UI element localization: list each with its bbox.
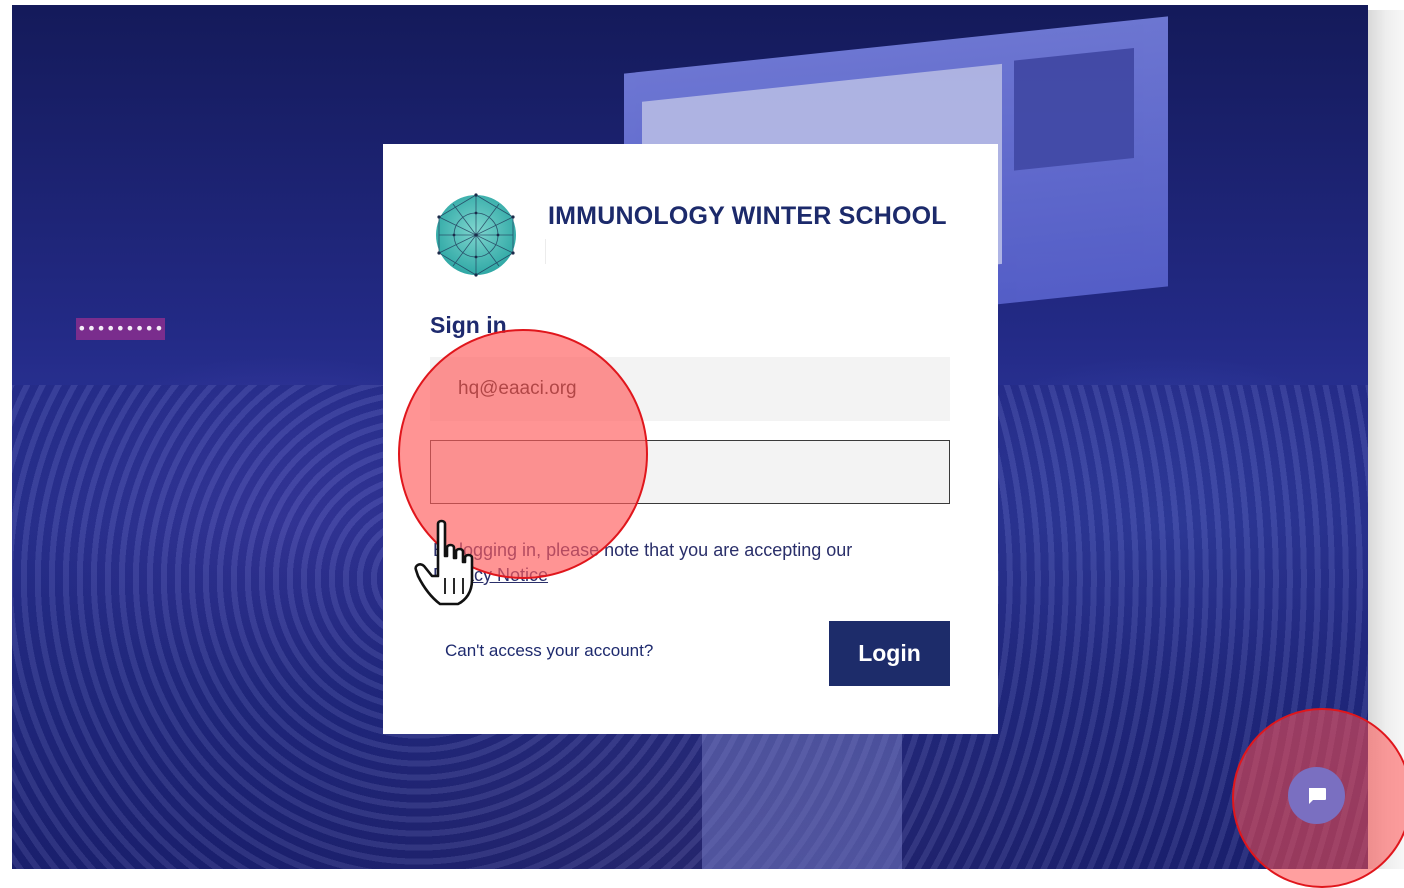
brand-divider — [545, 239, 546, 264]
password-mask: ••••••••• — [76, 318, 165, 340]
brand-title: IMMUNOLOGY WINTER SCHOOL — [548, 202, 947, 230]
chat-button[interactable] — [1288, 767, 1345, 824]
login-button[interactable]: Login — [829, 621, 950, 686]
cant-access-link[interactable]: Can't access your account? — [445, 641, 653, 661]
network-globe-icon — [436, 193, 516, 277]
background-speaker-video — [1014, 47, 1134, 171]
chat-bubble-icon — [1308, 787, 1326, 804]
hand-pointer-icon — [414, 519, 474, 606]
